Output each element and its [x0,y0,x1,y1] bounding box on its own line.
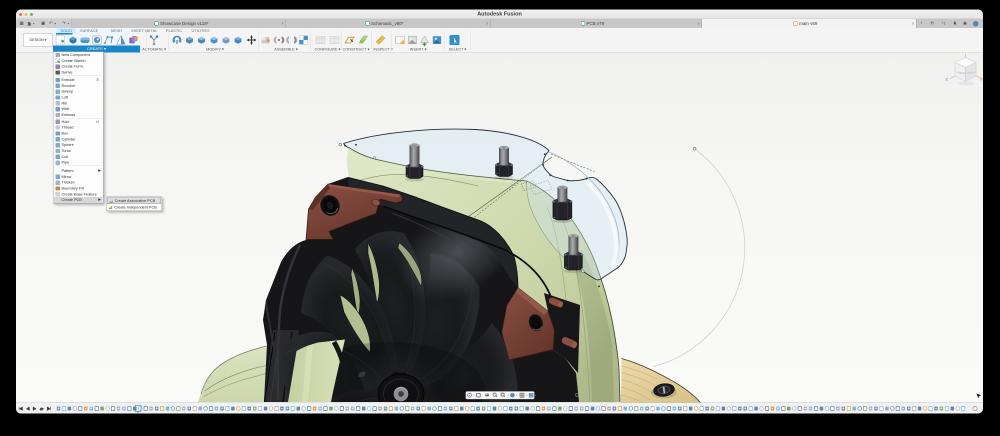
svg-text:X: X [980,77,983,82]
